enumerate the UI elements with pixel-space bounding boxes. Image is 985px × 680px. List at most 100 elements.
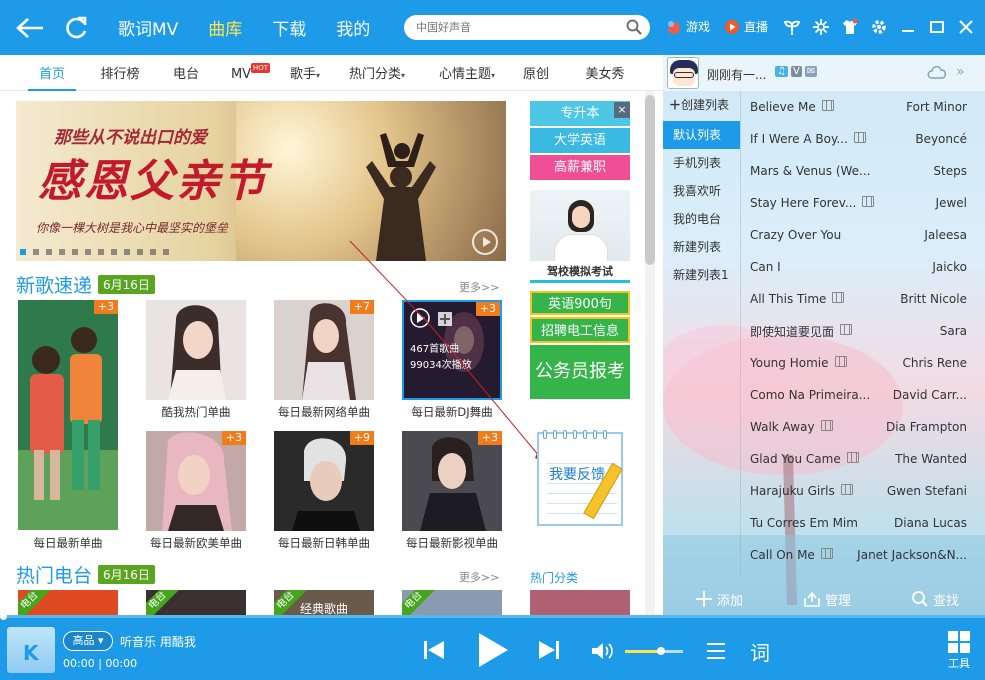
manage-button[interactable]: 管理 <box>803 590 851 609</box>
category-tile[interactable] <box>530 590 630 615</box>
mail-icon[interactable]: ✉ <box>804 66 818 77</box>
playlist-item-new-1[interactable]: 新建列表1 <box>663 261 740 289</box>
radio-tile[interactable]: 电台 <box>146 590 246 615</box>
playlist-menu-icon[interactable] <box>705 642 727 663</box>
song-row[interactable]: Mars & Venus (We... Steps <box>743 155 975 187</box>
song-row[interactable]: Crazy Over You Jaleesa <box>743 219 975 251</box>
game-icon <box>668 20 680 34</box>
hot-radio-more-link[interactable]: 更多>> <box>459 569 499 585</box>
playlist-item-favorites[interactable]: 我喜欢听 <box>663 177 740 205</box>
playlist-item-my-radio[interactable]: 我的电台 <box>663 205 740 233</box>
radio-tile[interactable]: 电台 <box>18 590 118 615</box>
progress-bar[interactable] <box>0 615 985 618</box>
sprout-icon[interactable] <box>781 14 803 40</box>
song-artist: Sara <box>939 324 967 338</box>
close-icon[interactable] <box>955 14 977 40</box>
play-icon[interactable] <box>476 631 510 672</box>
song-row[interactable]: Como Na Primeira... David Carr... <box>743 379 975 411</box>
nav-download[interactable]: 下载 <box>272 15 306 40</box>
mv-icon[interactable] <box>832 292 844 303</box>
level-badge-icon[interactable]: ♫ <box>775 66 788 77</box>
song-row[interactable]: Tu Corres Em Mim Diana Lucas <box>743 507 975 539</box>
volume-icon[interactable] <box>590 640 616 665</box>
next-track-icon[interactable] <box>537 639 561 664</box>
create-list-button[interactable]: ＋创建列表 <box>669 93 741 117</box>
live-link[interactable]: 直播 <box>724 18 768 35</box>
mv-icon[interactable] <box>835 356 847 367</box>
song-row[interactable]: Stay Here Forev... Jewel <box>743 187 975 219</box>
avatar[interactable] <box>667 57 699 89</box>
tools-button[interactable]: 工具 <box>944 631 974 671</box>
notebook-rings <box>543 430 607 439</box>
shirt-icon[interactable] <box>839 14 861 40</box>
back-arrow-icon[interactable] <box>14 12 46 44</box>
song-artist: Dia Frampton <box>885 420 967 434</box>
song-row[interactable]: If I Were A Boy... Beyoncé <box>743 123 975 155</box>
song-row[interactable]: Believe Me Fort Minor <box>743 91 975 123</box>
game-link[interactable]: 游戏 <box>666 18 710 35</box>
song-artist: Jaleesa <box>924 228 967 242</box>
kuwo-logo[interactable]: K <box>7 627 55 673</box>
vip-badge[interactable]: V <box>790 66 802 77</box>
search-icon[interactable] <box>626 19 642 38</box>
refresh-icon[interactable] <box>60 12 92 44</box>
hot-radio-date: 6月16日 <box>98 564 155 584</box>
main-nav: 歌词MV 曲库 下载 我的 <box>118 0 370 55</box>
radio-tile[interactable]: 电台 <box>402 590 502 615</box>
song-row[interactable]: All This Time Britt Nicole <box>743 283 975 315</box>
song-title: Walk Away <box>750 420 815 434</box>
collapse-panel-icon[interactable]: » <box>956 64 965 80</box>
song-title: Crazy Over You <box>750 228 842 242</box>
playlist-item-phone[interactable]: 手机列表 <box>663 149 740 177</box>
song-row[interactable]: Glad You Came The Wanted <box>743 443 975 475</box>
mv-icon[interactable] <box>821 548 833 559</box>
song-list: Believe Me Fort Minor If I Were A Boy... Be… <box>743 91 975 571</box>
search-input[interactable] <box>416 21 616 34</box>
song-row[interactable]: Can I Jaicko <box>743 251 975 283</box>
hot-radio-title[interactable]: 热门电台 <box>16 561 92 588</box>
add-button[interactable]: 添加 <box>695 590 743 609</box>
cloud-sync-icon[interactable] <box>926 64 948 83</box>
song-row[interactable]: Harajuku Girls Gwen Stefani <box>743 475 975 507</box>
mv-icon[interactable] <box>841 484 853 495</box>
sparkle-icon[interactable] <box>810 14 832 40</box>
user-badges: ♫ V ✉ <box>775 66 818 77</box>
song-artist: The Wanted <box>895 452 967 466</box>
settings-gear-icon[interactable] <box>868 14 890 40</box>
hot-category-title[interactable]: 热门分类 <box>530 569 578 586</box>
song-row[interactable]: Call On Me Janet Jackson&N... <box>743 539 975 571</box>
song-title: Harajuku Girls <box>750 484 835 498</box>
nav-lyrics-mv[interactable]: 歌词MV <box>118 15 178 40</box>
mv-icon[interactable] <box>840 324 852 335</box>
mv-icon[interactable] <box>847 452 859 463</box>
mv-icon[interactable] <box>854 132 866 143</box>
previous-track-icon[interactable] <box>422 639 446 664</box>
song-title: Mars & Venus (We... <box>750 164 871 178</box>
quality-dropdown[interactable]: 高品 ▾ <box>63 631 113 651</box>
nav-library[interactable]: 曲库 <box>208 15 242 40</box>
song-row[interactable]: Walk Away Dia Frampton <box>743 411 975 443</box>
user-bar: 刚刚有一... ♫ V ✉ » <box>663 55 985 91</box>
find-button[interactable]: 查找 <box>911 590 959 609</box>
playlist-item-new[interactable]: 新建列表 <box>663 233 740 261</box>
song-artist: David Carr... <box>892 388 967 402</box>
radio-tile[interactable]: 电台 经典歌曲 <box>274 590 374 615</box>
play-time: 00:00 | 00:00 <box>63 657 138 670</box>
mv-icon[interactable] <box>862 196 874 207</box>
nav-mine[interactable]: 我的 <box>336 15 370 40</box>
title-bar: 歌词MV 曲库 下载 我的 游戏 直播 <box>0 0 985 55</box>
progress-knob[interactable] <box>0 613 7 620</box>
song-row[interactable]: Young Homie Chris Rene <box>743 347 975 379</box>
song-title: 即使知道要见面 <box>750 324 835 339</box>
user-name[interactable]: 刚刚有一... <box>707 66 766 83</box>
mv-icon[interactable] <box>822 100 834 111</box>
feedback-button[interactable]: 我要反馈 <box>537 430 623 526</box>
playlist-item-default[interactable]: 默认列表 <box>663 121 740 149</box>
mv-icon[interactable] <box>821 420 833 431</box>
radio-ribbon: 电台 <box>402 590 438 615</box>
minimize-icon[interactable] <box>897 14 919 40</box>
song-row[interactable]: 即使知道要见面 Sara <box>743 315 975 347</box>
volume-knob[interactable] <box>657 647 665 655</box>
maximize-icon[interactable] <box>926 14 948 40</box>
lyrics-button[interactable]: 词 <box>750 637 770 666</box>
